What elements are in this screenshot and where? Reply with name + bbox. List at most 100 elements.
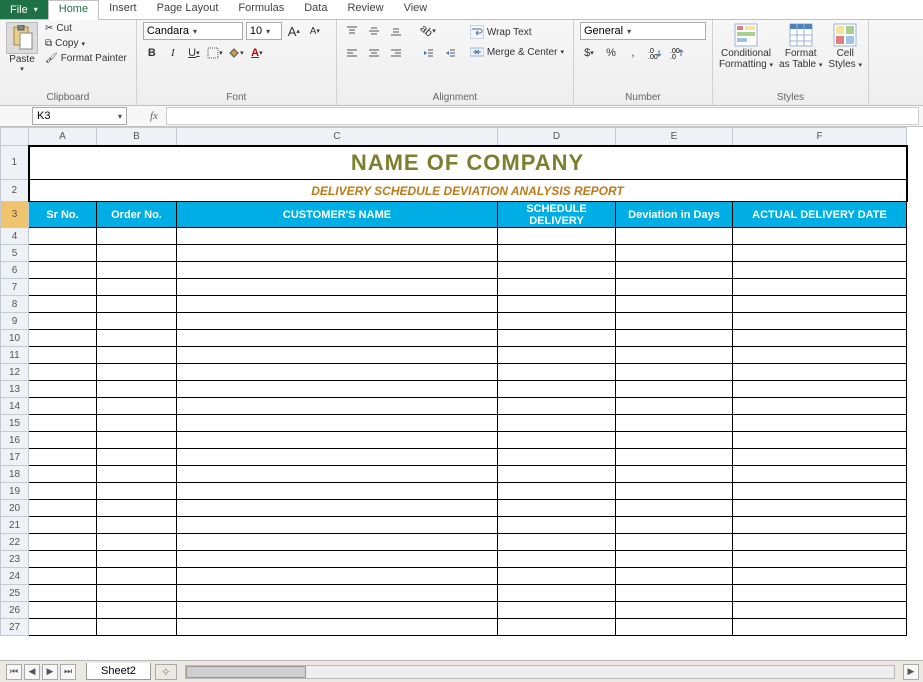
cell-A25[interactable]: [29, 585, 97, 602]
cell-F20[interactable]: [733, 500, 907, 517]
paste-button[interactable]: Paste ▾: [6, 22, 38, 73]
row-header-18[interactable]: 18: [1, 466, 29, 483]
cell-D23[interactable]: [498, 551, 616, 568]
cell-A12[interactable]: [29, 364, 97, 381]
decrease-decimal-button[interactable]: .00.0: [668, 44, 686, 62]
cell-A19[interactable]: [29, 483, 97, 500]
cell-C13[interactable]: [177, 381, 498, 398]
copy-button[interactable]: ⧉Copy▾: [42, 37, 130, 50]
currency-button[interactable]: $▾: [580, 44, 598, 62]
cell-E4[interactable]: [616, 228, 733, 245]
col-header-D[interactable]: D: [498, 128, 616, 146]
cell-A27[interactable]: [29, 619, 97, 636]
scroll-right-button[interactable]: ▶: [903, 664, 919, 680]
fx-label[interactable]: fx: [150, 110, 158, 122]
cell-F24[interactable]: [733, 568, 907, 585]
align-left-button[interactable]: [343, 44, 361, 62]
cell-C25[interactable]: [177, 585, 498, 602]
cell-C15[interactable]: [177, 415, 498, 432]
cell-C6[interactable]: [177, 262, 498, 279]
row-header-1[interactable]: 1: [1, 146, 29, 180]
row-header-27[interactable]: 27: [1, 619, 29, 636]
cell-D22[interactable]: [498, 534, 616, 551]
cell-A9[interactable]: [29, 313, 97, 330]
cell-A14[interactable]: [29, 398, 97, 415]
cell-E22[interactable]: [616, 534, 733, 551]
insert-sheet-button[interactable]: ✧: [155, 664, 177, 680]
row-header-5[interactable]: 5: [1, 245, 29, 262]
cell-D4[interactable]: [498, 228, 616, 245]
cell-D19[interactable]: [498, 483, 616, 500]
cell-C10[interactable]: [177, 330, 498, 347]
cell-C12[interactable]: [177, 364, 498, 381]
cell-F27[interactable]: [733, 619, 907, 636]
cell-A23[interactable]: [29, 551, 97, 568]
tab-nav-last[interactable]: ⏭: [60, 664, 76, 680]
row-header-20[interactable]: 20: [1, 500, 29, 517]
cell-F19[interactable]: [733, 483, 907, 500]
cell-D27[interactable]: [498, 619, 616, 636]
cell-E17[interactable]: [616, 449, 733, 466]
cell-B21[interactable]: [97, 517, 177, 534]
tab-nav-prev[interactable]: ◀: [24, 664, 40, 680]
bold-button[interactable]: B: [143, 44, 161, 62]
font-size-combo[interactable]: 10▾: [246, 22, 282, 40]
horizontal-scrollbar[interactable]: [185, 665, 895, 679]
cell-C20[interactable]: [177, 500, 498, 517]
cell-B24[interactable]: [97, 568, 177, 585]
cell-B22[interactable]: [97, 534, 177, 551]
row-header-11[interactable]: 11: [1, 347, 29, 364]
cell-D18[interactable]: [498, 466, 616, 483]
decrease-indent-button[interactable]: [419, 44, 437, 62]
row-header-17[interactable]: 17: [1, 449, 29, 466]
cell-F21[interactable]: [733, 517, 907, 534]
cell-E12[interactable]: [616, 364, 733, 381]
row-header-19[interactable]: 19: [1, 483, 29, 500]
cell-E6[interactable]: [616, 262, 733, 279]
cell-C24[interactable]: [177, 568, 498, 585]
cell-B15[interactable]: [97, 415, 177, 432]
cell-A7[interactable]: [29, 279, 97, 296]
row-header-21[interactable]: 21: [1, 517, 29, 534]
tab-formulas[interactable]: Formulas: [228, 0, 294, 19]
cell-C23[interactable]: [177, 551, 498, 568]
cell-B12[interactable]: [97, 364, 177, 381]
cell-E19[interactable]: [616, 483, 733, 500]
cell-D12[interactable]: [498, 364, 616, 381]
cell-B11[interactable]: [97, 347, 177, 364]
cell-F11[interactable]: [733, 347, 907, 364]
cell-A16[interactable]: [29, 432, 97, 449]
cell-D16[interactable]: [498, 432, 616, 449]
cell-E9[interactable]: [616, 313, 733, 330]
cell-B8[interactable]: [97, 296, 177, 313]
tab-data[interactable]: Data: [294, 0, 337, 19]
cell-A13[interactable]: [29, 381, 97, 398]
cell-A11[interactable]: [29, 347, 97, 364]
cell-D14[interactable]: [498, 398, 616, 415]
align-right-button[interactable]: [387, 44, 405, 62]
cell-A22[interactable]: [29, 534, 97, 551]
cell-B9[interactable]: [97, 313, 177, 330]
cell-F9[interactable]: [733, 313, 907, 330]
cut-button[interactable]: ✂Cut: [42, 22, 130, 35]
cell-B6[interactable]: [97, 262, 177, 279]
align-middle-button[interactable]: [365, 22, 383, 40]
font-name-combo[interactable]: Candara▾: [143, 22, 243, 40]
tab-page-layout[interactable]: Page Layout: [147, 0, 229, 19]
cell-B13[interactable]: [97, 381, 177, 398]
tab-file[interactable]: File: [0, 0, 48, 19]
cell-C26[interactable]: [177, 602, 498, 619]
tab-home[interactable]: Home: [48, 0, 99, 20]
cell-F13[interactable]: [733, 381, 907, 398]
row-header-26[interactable]: 26: [1, 602, 29, 619]
cell-D21[interactable]: [498, 517, 616, 534]
cell-F15[interactable]: [733, 415, 907, 432]
cell-C14[interactable]: [177, 398, 498, 415]
row-header-7[interactable]: 7: [1, 279, 29, 296]
cell-E20[interactable]: [616, 500, 733, 517]
cell-E5[interactable]: [616, 245, 733, 262]
shrink-font-button[interactable]: A▾: [306, 22, 324, 40]
cell-A20[interactable]: [29, 500, 97, 517]
cell-E18[interactable]: [616, 466, 733, 483]
cell-E13[interactable]: [616, 381, 733, 398]
